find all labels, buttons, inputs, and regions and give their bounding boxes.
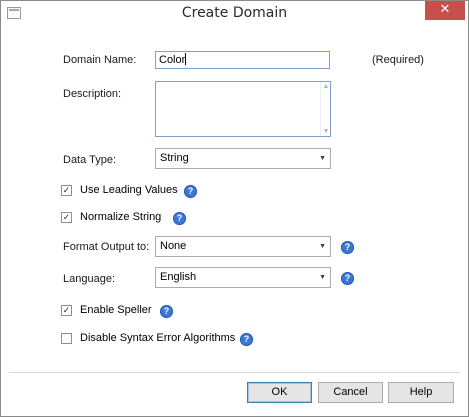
enable-speller-option[interactable]: ✓ Enable Speller [61,303,171,319]
ok-button[interactable]: OK [247,382,312,403]
chevron-down-icon: ▼ [319,155,326,162]
use-leading-values-option[interactable]: ✓ Use Leading Values [61,183,201,199]
domain-name-label: Domain Name: [63,54,137,66]
language-select[interactable]: English ▼ [155,267,331,288]
help-button[interactable]: Help [388,382,454,403]
text-caret [185,53,187,65]
help-icon[interactable]: ? [173,212,186,225]
required-hint: (Required) [372,54,424,66]
help-icon[interactable]: ? [341,272,354,285]
normalize-string-option[interactable]: ✓ Normalize String [61,210,191,226]
description-label: Description: [63,88,122,100]
description-textarea[interactable]: ▲ ▼ [155,81,331,137]
scroll-up-icon[interactable]: ▲ [322,83,330,90]
format-output-label: Format Output to: [63,241,150,253]
description-scrollbar[interactable]: ▲ ▼ [320,82,330,136]
disable-syntax-label[interactable]: Disable Syntax Error Algorithms [80,332,235,344]
help-icon[interactable]: ? [160,305,173,318]
help-icon[interactable]: ? [184,185,197,198]
format-output-value: None [160,240,187,252]
normalize-string-label[interactable]: Normalize String [80,211,161,223]
data-type-select[interactable]: String ▼ [155,148,331,169]
close-button[interactable]: ✕ [425,1,465,20]
data-type-value: String [160,152,189,164]
chevron-down-icon: ▼ [319,243,326,250]
help-icon[interactable]: ? [240,333,253,346]
language-label: Language: [63,273,115,285]
scroll-down-icon[interactable]: ▼ [322,128,330,135]
disable-syntax-checkbox[interactable] [61,333,72,344]
title-bar: Create Domain ✕ [1,1,468,27]
create-domain-dialog: Create Domain ✕ Domain Name: Color (Requ… [0,0,469,417]
format-output-select[interactable]: None ▼ [155,236,331,257]
footer-divider [9,372,460,373]
cancel-button[interactable]: Cancel [318,382,383,403]
chevron-down-icon: ▼ [319,274,326,281]
help-icon[interactable]: ? [341,241,354,254]
enable-speller-checkbox[interactable]: ✓ [61,305,72,316]
use-leading-values-label[interactable]: Use Leading Values [80,184,178,196]
language-value: English [160,271,197,283]
domain-name-input[interactable]: Color [155,51,330,69]
domain-name-value: Color [159,54,186,66]
use-leading-values-checkbox[interactable]: ✓ [61,185,72,196]
disable-syntax-option[interactable]: Disable Syntax Error Algorithms [61,331,251,347]
dialog-content: Domain Name: Color (Required) Descriptio… [9,27,460,408]
data-type-label: Data Type: [63,154,116,166]
dialog-title: Create Domain [181,5,288,21]
close-icon: ✕ [439,2,451,17]
enable-speller-label[interactable]: Enable Speller [80,304,152,316]
normalize-string-checkbox[interactable]: ✓ [61,212,72,223]
